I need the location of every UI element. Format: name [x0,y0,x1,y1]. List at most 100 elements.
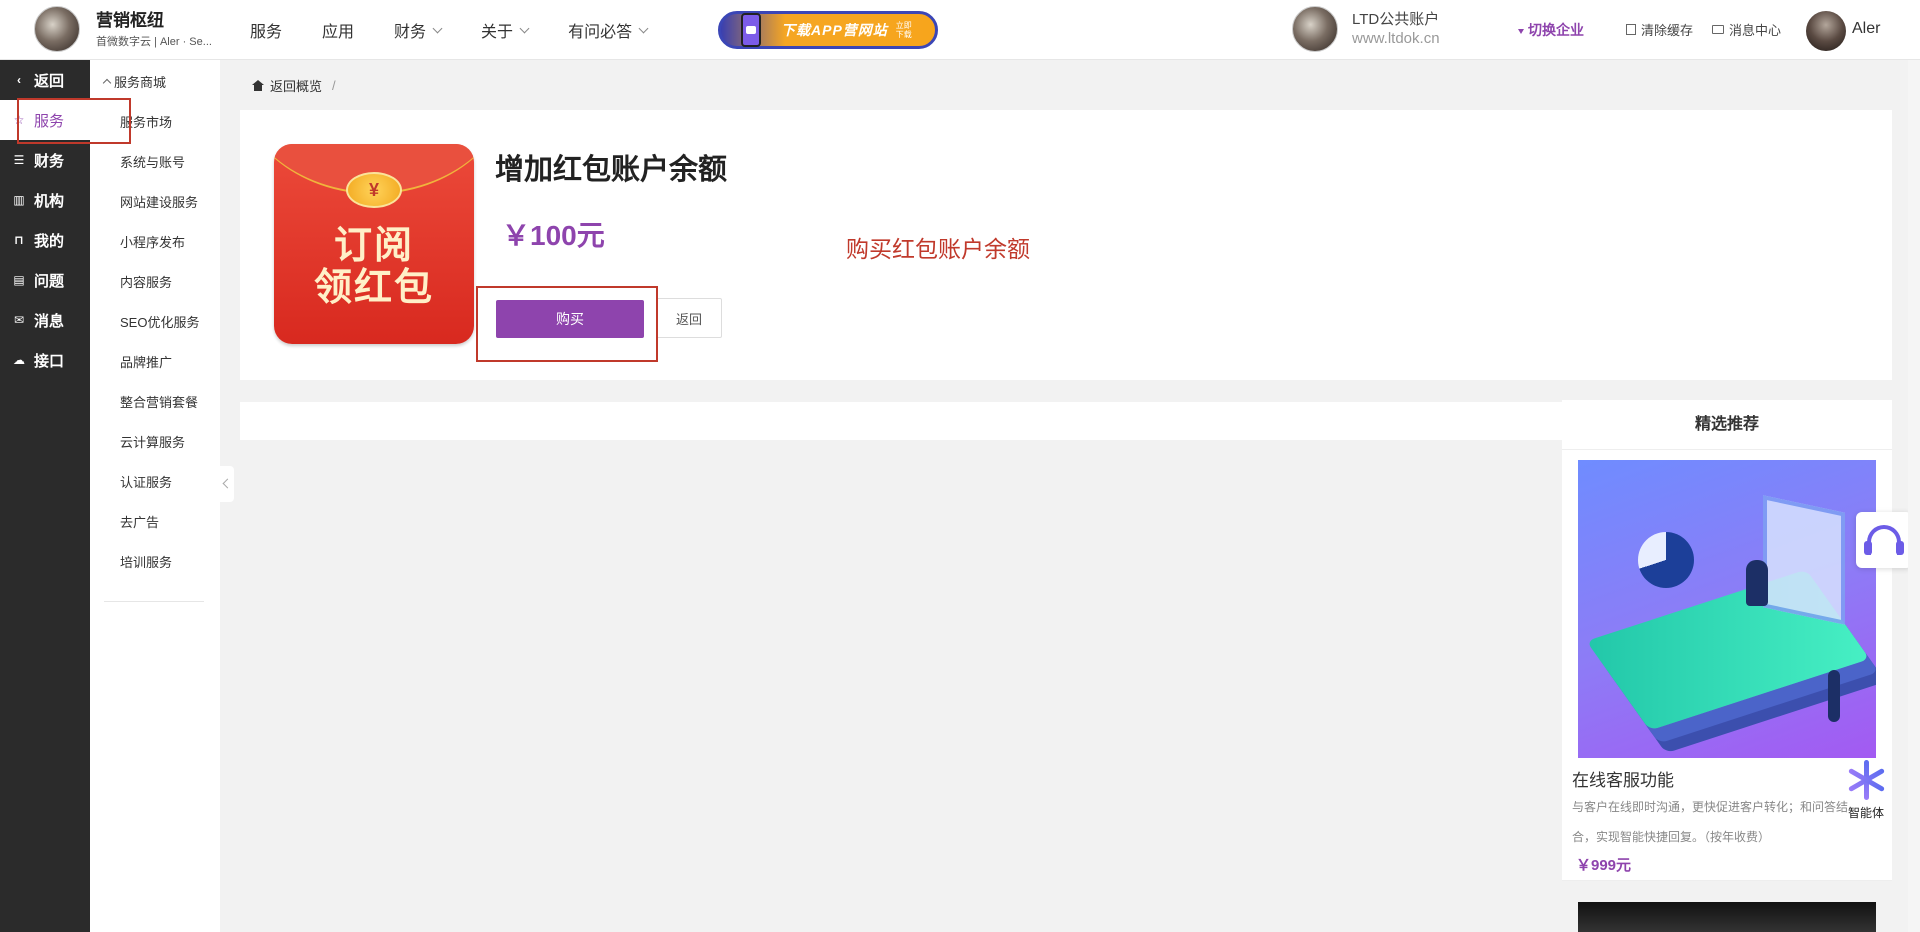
account-url[interactable]: www.ltdok.cn [1352,30,1440,47]
recommend-next-item-image[interactable] [1578,902,1876,932]
building-icon: ▥ [13,193,25,207]
chevron-down-icon [432,23,443,33]
customer-service-widget[interactable] [1856,512,1912,568]
annotation-text: 购买红包账户余额 [846,236,1030,262]
back-button[interactable]: 返回 [656,298,722,338]
nav-item-label: 财务 [394,24,427,41]
sidebar-item-api[interactable]: ☁ 接口 [0,340,90,380]
product-price: ￥100元 [502,220,605,251]
recommend-item-description: 与客户在线即时沟通，更快促进客户转化；和问答结合，实现智能快捷回复。（按年收费） [1572,800,1849,844]
sidebar-item-label: 接口 [34,352,65,370]
submenu-item-certification[interactable]: 认证服务 [120,472,172,491]
nav-item-label: 有问必答 [568,24,633,41]
product-image-text: 订阅 领红包 [274,224,474,308]
user-name: Aler [1852,20,1881,37]
switch-enterprise-button[interactable]: 切换企业 [1518,20,1584,40]
submenu-item-miniprogram[interactable]: 小程序发布 [120,232,185,251]
nav-item-finance[interactable]: 财务 [394,18,443,42]
nav-item-about[interactable]: 关于 [481,18,530,42]
ai-agent-widget[interactable]: 智能体 [1838,760,1894,832]
sidebar-item-label: 返回 [34,72,65,90]
coin-icon: ¥ [346,172,402,208]
cloud-icon: ☁ [13,353,25,367]
chevron-left-icon: ‹ [17,73,21,87]
collapse-submenu-toggle[interactable] [220,466,234,502]
service-submenu: 服务商城 服务市场 系统与账号 网站建设服务 小程序发布 内容服务 SEO优化服… [90,60,220,932]
user-menu[interactable]: Aler [1852,20,1880,38]
clear-cache-button[interactable]: 清除缓存 [1626,20,1693,39]
nav-item-apps[interactable]: 应用 [322,18,354,42]
submenu-item-brand[interactable]: 品牌推广 [120,352,172,371]
sidebar-item-label: 问题 [34,272,65,290]
recommend-item-name[interactable]: 在线客服功能 [1572,766,1674,791]
ai-agent-label: 智能体 [1847,806,1884,820]
detail-tabs-panel [240,402,1562,440]
sidebar-item-label: 机构 [34,192,65,210]
page-scrollbar[interactable] [1908,60,1920,932]
breadcrumb: 返回概览 / [252,76,336,95]
message-center-label: 消息中心 [1729,23,1782,38]
submenu-item-website-build[interactable]: 网站建设服务 [120,192,198,211]
bookmark-icon: ⊓ [14,233,24,247]
user-avatar[interactable] [1806,11,1846,51]
chevron-down-icon [519,23,530,33]
illustration-screen [1763,495,1845,625]
trash-icon [1626,24,1636,35]
product-title: 增加红包账户余额 [495,154,728,186]
submenu-item-marketing-package[interactable]: 整合营销套餐 [120,392,198,411]
breadcrumb-home-link[interactable]: 返回概览 [270,76,322,95]
top-nav: 服务 应用 财务 关于 有问必答 [250,0,687,60]
top-header: 营销枢纽 首微数字云 | Aler · Se... 服务 应用 财务 关于 有问… [0,0,1920,60]
brand-logo[interactable] [34,6,80,52]
product-image-text-line1: 订阅 [333,222,414,267]
breadcrumb-separator: / [332,78,336,93]
person-icon [1746,560,1768,606]
sidebar-item-label: 我的 [34,232,65,250]
sidebar-item-label: 财务 [34,152,65,170]
submenu-item-training[interactable]: 培训服务 [120,552,172,571]
sidebar-item-back[interactable]: ‹ 返回 [0,60,90,100]
buy-highlight-box [476,286,658,362]
nav-item-faq[interactable]: 有问必答 [568,18,649,42]
product-image: ¥ 订阅 领红包 [274,144,474,344]
chevron-down-icon [638,23,649,33]
sidebar-item-messages[interactable]: ✉ 消息 [0,300,90,340]
document-icon: ▤ [13,273,25,287]
sidebar-item-finance[interactable]: ☰ 财务 [0,140,90,180]
submenu-divider [104,601,204,602]
recommend-item-image[interactable] [1578,460,1876,758]
clear-cache-label: 清除缓存 [1641,23,1694,38]
recommend-item-price: ￥999元 [1576,857,1632,874]
pie-chart-icon [1638,532,1694,588]
product-image-text-line2: 领红包 [313,264,434,309]
account-name[interactable]: LTD公共账户 [1352,8,1439,29]
mail-icon [1712,25,1724,34]
sidebar-item-mine[interactable]: ⊓ 我的 [0,220,90,260]
brand-title: 营销枢纽 [96,11,164,30]
app-banner-tag: 立即下载 [895,21,912,39]
message-center-button[interactable]: 消息中心 [1712,20,1781,39]
headset-icon [1864,525,1904,555]
sparkle-icon [1846,760,1886,800]
sidebar-item-organization[interactable]: ▥ 机构 [0,180,90,220]
submenu-item-cloud[interactable]: 云计算服务 [120,432,185,451]
submenu-item-system-account[interactable]: 系统与账号 [120,152,185,171]
sidebar-highlight-box [17,98,131,144]
account-avatar[interactable] [1292,6,1338,52]
brand-subtitle: 首微数字云 | Aler · Se... [96,36,212,48]
submenu-group-title[interactable]: 服务商城 [104,72,166,91]
nav-item-label: 关于 [481,24,514,41]
submenu-item-content[interactable]: 内容服务 [120,272,172,291]
submenu-item-seo[interactable]: SEO优化服务 [120,312,199,331]
home-icon [252,80,264,91]
app-banner-text: 下载APP营网站 [781,22,888,38]
phone-icon [741,13,761,47]
database-icon: ☰ [13,153,25,167]
sidebar-item-questions[interactable]: ▤ 问题 [0,260,90,300]
main-sidebar: ‹ 返回 ☆ 服务 ☰ 财务 ▥ 机构 ⊓ 我的 ▤ 问题 ✉ 消息 ☁ 接口 [0,60,90,932]
download-app-banner[interactable]: 下载APP营网站 立即下载 [718,11,938,49]
submenu-item-remove-ads[interactable]: 去广告 [120,512,159,531]
nav-item-label: 服务 [250,24,283,41]
nav-item-service[interactable]: 服务 [250,18,282,42]
recommend-divider [1562,880,1892,881]
